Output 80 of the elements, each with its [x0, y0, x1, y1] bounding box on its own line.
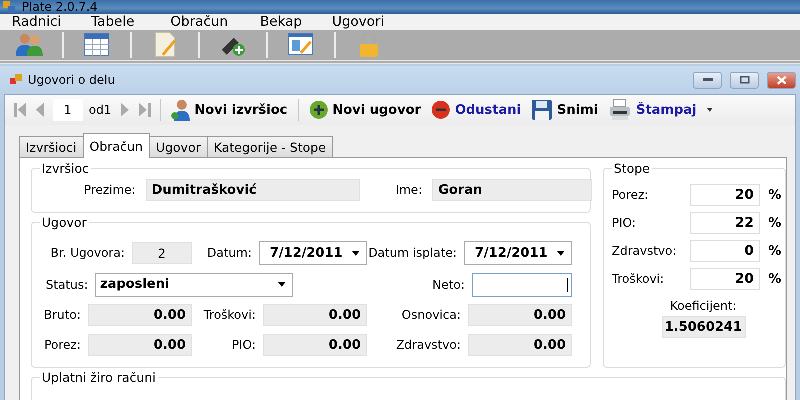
- field-label: Bruto:: [44, 308, 81, 322]
- name-field: Dumitrašković: [146, 179, 360, 201]
- rate-field[interactable]: 20: [690, 268, 760, 290]
- field-label: Zdravstvo:: [612, 244, 678, 258]
- group-title: Ugovor: [40, 215, 89, 230]
- group-title: Izvršioc: [40, 161, 92, 176]
- record-count: od1: [89, 103, 112, 117]
- minimize-button[interactable]: [693, 72, 722, 88]
- person-add-icon: [170, 99, 191, 121]
- caret-icon: [352, 250, 360, 256]
- status-dropdown[interactable]: zaposleni: [95, 272, 294, 296]
- name-field: Goran: [432, 179, 592, 201]
- toolbar-button[interactable]: Novi izvršioc: [168, 99, 290, 121]
- field-label: Ime:: [396, 183, 422, 197]
- field-label: Datum:: [207, 246, 252, 260]
- percent-label: %: [767, 216, 783, 230]
- field-label: Porez:: [44, 338, 81, 352]
- field-label: Br. Ugovora:: [50, 246, 125, 260]
- close-button[interactable]: [767, 72, 796, 88]
- caret-icon: [557, 250, 565, 256]
- amount-field: 0.00: [88, 304, 192, 326]
- menu-item[interactable]: Ugovori: [332, 14, 384, 30]
- menu-item[interactable]: Tabele: [91, 14, 135, 30]
- group-title: Stope: [612, 161, 652, 176]
- input-field[interactable]: [472, 272, 572, 296]
- close-icon: [776, 76, 786, 84]
- last-record-icon[interactable]: [138, 101, 152, 119]
- field-label: Neto:: [432, 278, 465, 292]
- amount-field: 0.00: [468, 304, 572, 326]
- form-title: Ugovori o delu: [28, 73, 116, 87]
- toolbar-button[interactable]: Odustani: [429, 100, 524, 120]
- field-label: PIO:: [232, 338, 256, 352]
- tab[interactable]: Izvršioci: [19, 136, 84, 157]
- restore-icon: [740, 76, 750, 84]
- coefficient-field: 1.5060241: [662, 316, 746, 338]
- group-title: Uplatni žiro računi: [40, 370, 158, 385]
- rate-field[interactable]: 20: [690, 184, 760, 206]
- rate-field[interactable]: 0: [690, 240, 760, 262]
- form-icon: [10, 74, 23, 86]
- window-title: Plate 2.0.7.4: [22, 0, 98, 14]
- field-label: Troškovi:: [612, 272, 666, 286]
- toolbar-button[interactable]: Snimi: [529, 99, 600, 121]
- add-icon: [308, 100, 329, 120]
- menu-item[interactable]: Radnici: [12, 14, 62, 30]
- percent-label: %: [767, 244, 783, 258]
- amount-field: 0.00: [88, 334, 192, 356]
- amount-field: 0.00: [263, 334, 367, 356]
- tab[interactable]: Obračun: [82, 133, 150, 158]
- field-label: Troškovi:: [204, 308, 256, 322]
- tab[interactable]: Ugovor: [149, 136, 208, 157]
- date-picker[interactable]: 7/12/2011: [464, 241, 572, 265]
- field-label: Koeficijent:: [670, 299, 737, 313]
- field-label: Datum isplate:: [368, 246, 457, 260]
- field-label: Prezime:: [84, 183, 136, 197]
- field-label: Zdravstvo:: [396, 338, 461, 352]
- caret-icon: [278, 282, 286, 287]
- field-label: PIO:: [612, 216, 638, 230]
- menu-item[interactable]: Bekap: [260, 14, 302, 30]
- percent-label: %: [767, 272, 783, 286]
- field-label: Osnovica:: [402, 308, 461, 322]
- tab[interactable]: Kategorije - Stope: [206, 136, 334, 157]
- field-label: Porez:: [612, 188, 650, 202]
- printer-icon: [608, 99, 632, 121]
- toolbar-button[interactable]: Novi ugovor: [306, 100, 424, 120]
- save-icon: [531, 99, 554, 121]
- percent-label: %: [767, 188, 783, 202]
- cancel-icon: [431, 100, 452, 120]
- app-icon: [2, 0, 16, 14]
- amount-field: 0.00: [263, 304, 367, 326]
- date-picker[interactable]: 7/12/2011: [259, 241, 367, 265]
- amount-field: 0.00: [468, 334, 572, 356]
- menu-item[interactable]: Obračun: [170, 14, 228, 30]
- record-position-field[interactable]: 1: [53, 99, 83, 121]
- field-label: Status:: [46, 278, 88, 292]
- toolbar-button[interactable]: Štampaj: [606, 99, 715, 121]
- maximize-button[interactable]: [730, 72, 759, 88]
- contract-number-field: 2: [132, 242, 192, 264]
- rate-field[interactable]: 22: [690, 212, 760, 234]
- minimize-icon: [702, 78, 712, 82]
- first-record-icon[interactable]: [13, 101, 27, 119]
